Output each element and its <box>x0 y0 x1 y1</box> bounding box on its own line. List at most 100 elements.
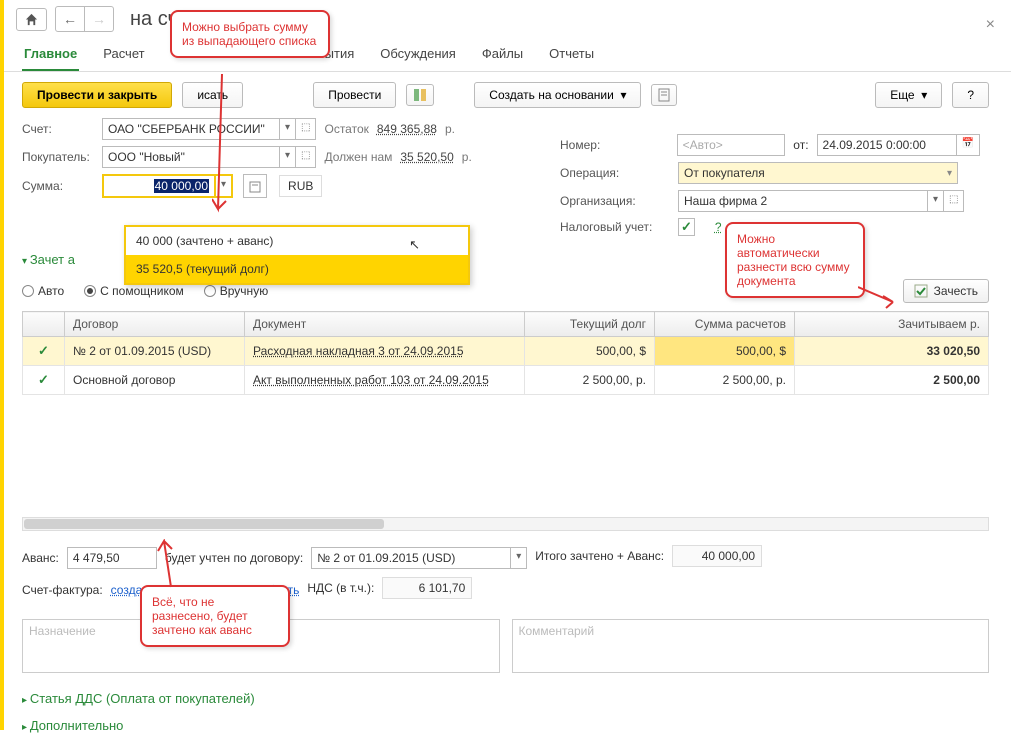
account-dropdown-btn[interactable]: ▾ <box>280 118 296 140</box>
credit-button[interactable]: Зачесть <box>903 279 989 303</box>
tax-label: Налоговый учет: <box>560 220 670 234</box>
table-row[interactable]: ✓ № 2 от 01.09.2015 (USD) Расходная наклад… <box>23 337 989 366</box>
credit-label: Зачесть <box>934 284 978 298</box>
structure-button[interactable] <box>651 84 677 106</box>
th-contract[interactable]: Договор <box>65 312 245 337</box>
total-value: 40 000,00 <box>672 545 762 567</box>
callout-right: Можно автоматически разнести всю сумму д… <box>725 222 865 298</box>
cell-calc: 2 500,00, р. <box>655 366 795 395</box>
cursor-icon: ↖ <box>409 237 420 253</box>
currency-label: RUB <box>279 175 322 197</box>
cell-debt: 2 500,00, р. <box>525 366 655 395</box>
row-checkbox[interactable]: ✓ <box>38 343 49 358</box>
home-button[interactable] <box>16 8 47 31</box>
back-button[interactable]: ← <box>55 6 85 32</box>
comment-placeholder: Комментарий <box>519 624 595 638</box>
owes-label: Должен нам <box>324 150 392 164</box>
date-input[interactable]: 24.09.2015 0:00:00 <box>817 134 957 156</box>
tab-discussions[interactable]: Обсуждения <box>378 40 458 71</box>
sum-label: Сумма: <box>22 179 94 193</box>
vat-label: НДС (в т.ч.): <box>307 581 374 595</box>
cell-document-link[interactable]: Расходная накладная 3 от 24.09.2015 <box>253 344 464 358</box>
th-credit[interactable]: Зачитываем р. <box>795 312 989 337</box>
callout-right-text: Можно автоматически разнести всю сумму д… <box>737 232 850 288</box>
scrollbar-thumb[interactable] <box>24 519 384 529</box>
cell-calc: 500,00, $ <box>655 337 795 366</box>
more-label: Еще <box>890 88 914 102</box>
left-accent-border <box>0 0 4 730</box>
create-based-label: Создать на основании <box>489 88 614 102</box>
date-picker-btn[interactable]: 📅 <box>957 134 980 156</box>
calculator-icon <box>249 181 261 193</box>
arrow-right-icon: → <box>92 11 106 27</box>
dropdown-opt2-label: 35 520,5 (текущий долг) <box>136 262 269 276</box>
dk-icon <box>413 88 427 102</box>
radio-manual[interactable]: Вручную <box>204 284 268 298</box>
avans-label: Аванс: <box>22 551 59 565</box>
cell-contract: № 2 от 01.09.2015 (USD) <box>65 337 245 366</box>
sum-input[interactable]: 40 000,00 <box>102 174 216 198</box>
calculator-button[interactable] <box>243 174 267 198</box>
more-button[interactable]: Еще ▾ <box>875 82 942 108</box>
tab-main[interactable]: Главное <box>22 40 79 71</box>
tab-bar: Главное Расчет События Обсуждения Файлы … <box>0 34 1011 72</box>
tab-reports[interactable]: Отчеты <box>547 40 596 71</box>
tax-help-link[interactable]: ? <box>715 220 722 234</box>
dds-section[interactable]: Статья ДДС (Оплата от покупателей) <box>22 685 989 712</box>
balance-value[interactable]: 849 365,88 <box>377 122 437 136</box>
buyer-dropdown-btn[interactable]: ▾ <box>280 146 296 168</box>
row-checkbox[interactable]: ✓ <box>38 372 49 387</box>
forward-button[interactable]: → <box>85 6 114 32</box>
org-open-btn[interactable]: ⬚ <box>944 190 964 212</box>
dropdown-opt2[interactable]: 35 520,5 (текущий долг)↖ <box>126 255 468 283</box>
th-document[interactable]: Документ <box>245 312 525 337</box>
doc-tree-icon <box>658 88 670 102</box>
toolbar: Провести и закрыть исать Провести Создат… <box>0 72 1011 118</box>
advances-table: Договор Документ Текущий долг Сумма расч… <box>22 311 989 395</box>
operation-input[interactable]: От покупателя▾ <box>678 162 958 184</box>
radio-auto[interactable]: Авто <box>22 284 64 298</box>
operation-value: От покупателя <box>684 166 765 180</box>
sf-label: Счет-фактура: <box>22 583 103 597</box>
cell-document-link[interactable]: Акт выполненных работ 103 от 24.09.2015 <box>253 373 489 387</box>
tab-files[interactable]: Файлы <box>480 40 525 71</box>
purpose-placeholder: Назначение <box>29 624 96 638</box>
tax-checkbox[interactable]: ✓ <box>678 218 695 236</box>
buyer-input[interactable]: ООО "Новый" <box>102 146 280 168</box>
account-label: Счет: <box>22 122 94 136</box>
comment-textarea[interactable]: Комментарий <box>512 619 990 673</box>
extra-section[interactable]: Дополнительно <box>22 712 989 739</box>
th-calc[interactable]: Сумма расчетов <box>655 312 795 337</box>
help-button[interactable]: ? <box>952 82 989 108</box>
th-check[interactable] <box>23 312 65 337</box>
close-button[interactable]: × <box>986 16 995 34</box>
avans-input[interactable]: 4 479,50 <box>67 547 157 569</box>
buyer-open-btn[interactable]: ⬚ <box>296 146 316 168</box>
account-open-btn[interactable]: ⬚ <box>296 118 316 140</box>
org-input[interactable]: Наша фирма 2 <box>678 190 928 212</box>
total-label: Итого зачтено + Аванс: <box>535 549 664 563</box>
movements-button[interactable] <box>406 84 434 106</box>
post-button[interactable]: Провести <box>313 82 396 108</box>
callout-bottom: Всё, что не разнесено, будет зачтено как… <box>140 585 290 647</box>
top-bar: ← → на счет (создание) * <box>0 0 1011 34</box>
table-row[interactable]: ✓Основной договорАкт выполненных работ 1… <box>23 366 989 395</box>
avans-contract-select[interactable]: № 2 от 01.09.2015 (USD) <box>311 547 511 569</box>
avans-contract-dropdown-btn[interactable]: ▾ <box>511 547 527 569</box>
operation-label: Операция: <box>560 166 670 180</box>
buyer-label: Покупатель: <box>22 150 94 164</box>
horizontal-scrollbar[interactable] <box>22 517 989 531</box>
post-and-close-button[interactable]: Провести и закрыть <box>22 82 172 108</box>
number-input[interactable]: <Авто> <box>677 134 786 156</box>
callout-top: Можно выбрать сумму из выпадающего списк… <box>170 10 330 58</box>
callout-top-text: Можно выбрать сумму из выпадающего списк… <box>182 20 316 48</box>
owes-value[interactable]: 35 520,50 <box>400 150 453 164</box>
th-debt[interactable]: Текущий долг <box>525 312 655 337</box>
tab-calc[interactable]: Расчет <box>101 40 146 71</box>
org-dropdown-btn[interactable]: ▾ <box>928 190 944 212</box>
account-input[interactable]: ОАО "СБЕРБАНК РОССИИ" <box>102 118 280 140</box>
create-based-button[interactable]: Создать на основании ▾ <box>474 82 641 108</box>
radio-helper[interactable]: С помощником <box>84 284 184 298</box>
arrow-left-icon: ← <box>63 11 77 27</box>
cell-debt: 500,00, $ <box>525 337 655 366</box>
